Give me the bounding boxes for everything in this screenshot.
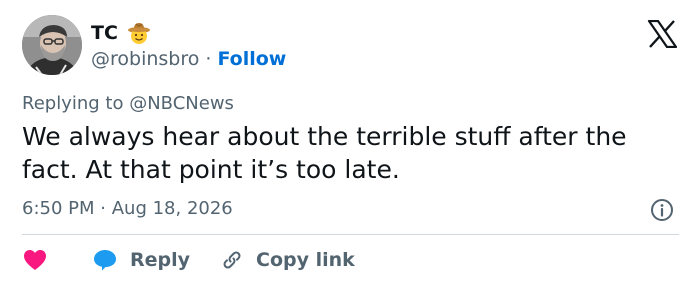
author-handle-row: @robinsbro · Follow [91,48,286,70]
link-icon [223,251,241,269]
author-handle[interactable]: @robinsbro [91,48,199,70]
copy-link-label: Copy link [256,249,355,271]
author-display-name[interactable]: TC [91,22,118,44]
tweet-text: We always hear about the terrible stuff … [22,122,627,184]
reply-context-mention[interactable]: @NBCNews [129,93,234,114]
copy-link-button[interactable]: Copy link [220,248,355,272]
reply-button[interactable]: Reply [92,248,190,272]
tweet-timestamp[interactable]: 6:50 PM · Aug 18, 2026 [22,198,233,219]
tweet-card: TC @robinsbro · Follow Replying to @NBCN… [0,0,700,287]
tweet-time: 6:50 PM [22,198,95,219]
tweet-date: Aug 18, 2026 [111,198,233,219]
avatar[interactable] [22,15,82,75]
avatar-image [22,15,82,75]
reply-bubble-icon [94,250,116,271]
divider [22,234,679,235]
like-button[interactable] [22,248,92,272]
reply-context: Replying to @NBCNews [22,93,234,114]
x-logo-icon[interactable] [647,19,678,49]
follow-button[interactable]: Follow [217,48,286,70]
timestamp-separator: · [100,198,106,219]
info-icon[interactable] [650,198,674,222]
reply-context-prefix: Replying to [22,93,124,114]
separator-dot: · [205,48,212,70]
cowboy-face-icon [127,21,151,45]
action-bar: Reply Copy link [22,247,355,273]
author-name-row: TC [91,20,151,46]
reply-label: Reply [130,249,191,271]
heart-icon [24,250,46,270]
